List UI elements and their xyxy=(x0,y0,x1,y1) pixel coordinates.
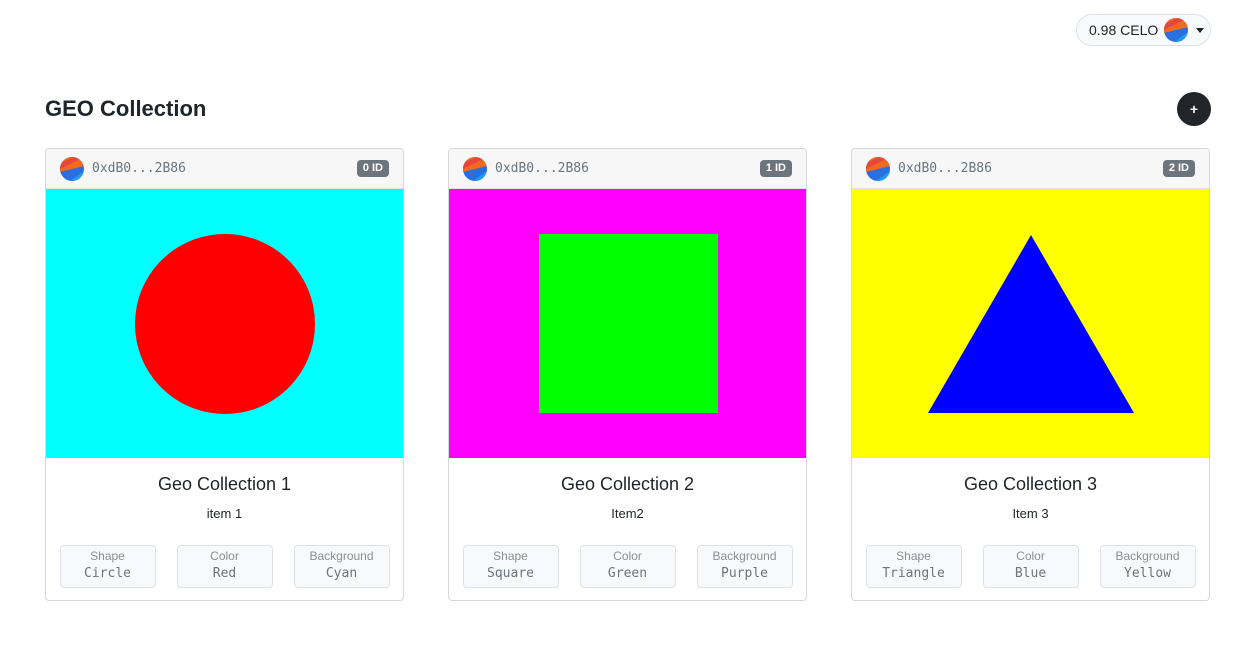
account-avatar-icon xyxy=(1164,18,1189,42)
card-title: Geo Collection 2 xyxy=(560,474,695,494)
account-area: 0.98 CELO xyxy=(1076,14,1211,46)
nft-image xyxy=(46,189,403,458)
nft-card: 0xdB0...2B86 0 ID Geo Collection 1 item … xyxy=(45,148,404,601)
attribute-label: Background xyxy=(309,549,374,563)
attribute-background: Background Cyan xyxy=(293,545,390,588)
owner-avatar-icon xyxy=(866,156,890,181)
square-shape xyxy=(539,234,718,413)
attribute-shape: Shape Square xyxy=(462,545,559,588)
wallet-dropdown[interactable]: 0.98 CELO xyxy=(1076,14,1211,46)
attribute-shape: Shape Circle xyxy=(59,545,156,588)
card-body: Geo Collection 1 item 1 Shape Circle Col… xyxy=(46,458,403,588)
nft-card: 0xdB0...2B86 2 ID Geo Collection 3 Item … xyxy=(851,148,1210,601)
card-title: Geo Collection 1 xyxy=(157,474,292,494)
token-id-badge: 2 ID xyxy=(1162,160,1195,177)
add-nft-button[interactable]: + xyxy=(1177,92,1211,126)
card-header: 0xdB0...2B86 0 ID xyxy=(46,149,403,189)
card-description: Item2 xyxy=(611,506,644,521)
card-description: item 1 xyxy=(206,506,243,521)
nft-image xyxy=(852,189,1209,458)
caret-down-icon xyxy=(1196,27,1205,33)
card-header: 0xdB0...2B86 2 ID xyxy=(852,149,1209,189)
attributes: Shape Triangle Color Blue Background Yel… xyxy=(852,545,1209,588)
card-body: Geo Collection 3 Item 3 Shape Triangle C… xyxy=(852,458,1209,588)
attribute-value: Purple xyxy=(721,566,768,581)
attribute-label: Background xyxy=(712,549,777,563)
owner-address[interactable]: 0xdB0...2B86 xyxy=(92,161,357,176)
owner-address[interactable]: 0xdB0...2B86 xyxy=(495,161,760,176)
attribute-label: Background xyxy=(1115,549,1180,563)
attribute-color: Color Blue xyxy=(982,545,1079,588)
attribute-value: Blue xyxy=(1014,566,1047,581)
attribute-value: Red xyxy=(212,566,237,581)
attribute-value: Circle xyxy=(84,566,131,581)
attribute-value: Square xyxy=(487,566,534,581)
card-description: Item 3 xyxy=(1012,506,1049,521)
attribute-label: Shape xyxy=(493,549,528,563)
page-title: GEO Collection xyxy=(45,96,207,121)
attribute-value: Yellow xyxy=(1124,566,1171,581)
attribute-value: Green xyxy=(607,566,648,581)
attribute-value: Triangle xyxy=(882,566,945,581)
attribute-label: Shape xyxy=(896,549,931,563)
nft-card: 0xdB0...2B86 1 ID Geo Collection 2 Item2… xyxy=(448,148,807,601)
wallet-balance: 0.98 CELO xyxy=(1089,22,1159,38)
attribute-value: Cyan xyxy=(325,566,358,581)
nft-image xyxy=(449,189,806,458)
attribute-label: Color xyxy=(210,549,239,563)
token-id-badge: 0 ID xyxy=(356,160,389,177)
owner-avatar-icon xyxy=(60,156,84,181)
owner-avatar-icon xyxy=(463,156,487,181)
nft-card-grid: 0xdB0...2B86 0 ID Geo Collection 1 item … xyxy=(45,148,1210,601)
attribute-label: Color xyxy=(613,549,642,563)
card-body: Geo Collection 2 Item2 Shape Square Colo… xyxy=(449,458,806,588)
card-header: 0xdB0...2B86 1 ID xyxy=(449,149,806,189)
attribute-background: Background Purple xyxy=(696,545,793,588)
owner-address[interactable]: 0xdB0...2B86 xyxy=(898,161,1163,176)
attribute-label: Color xyxy=(1016,549,1045,563)
attribute-label: Shape xyxy=(90,549,125,563)
attribute-color: Color Green xyxy=(579,545,676,588)
attribute-color: Color Red xyxy=(176,545,273,588)
attributes: Shape Circle Color Red Background Cyan xyxy=(46,545,403,588)
card-title: Geo Collection 3 xyxy=(963,474,1098,494)
attribute-shape: Shape Triangle xyxy=(865,545,962,588)
attributes: Shape Square Color Green Background Purp… xyxy=(449,545,806,588)
attribute-background: Background Yellow xyxy=(1099,545,1196,588)
token-id-badge: 1 ID xyxy=(759,160,792,177)
circle-shape xyxy=(135,234,315,414)
